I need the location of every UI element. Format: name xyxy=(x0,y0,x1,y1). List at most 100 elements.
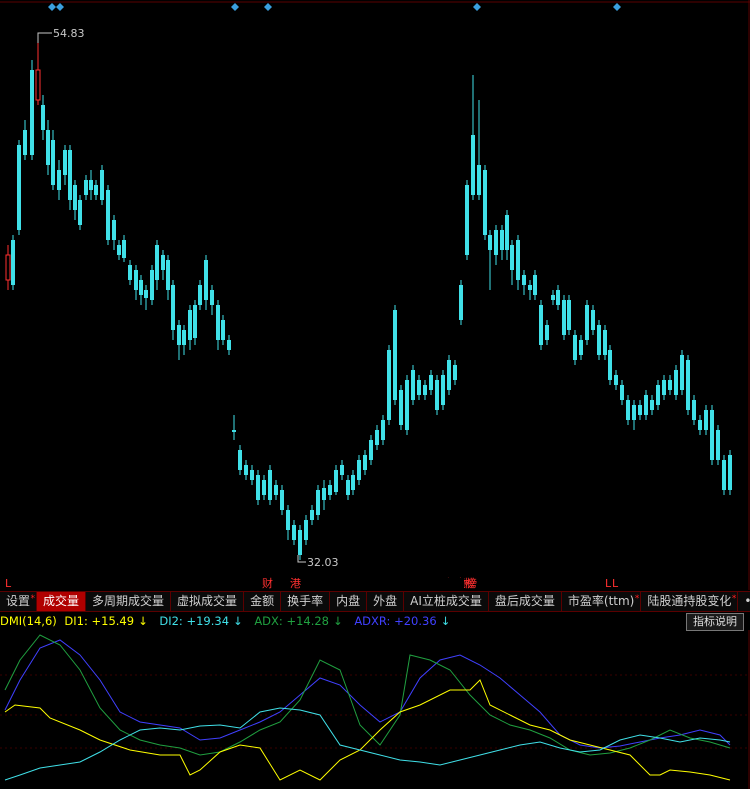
candle-body xyxy=(516,240,520,280)
candle-body xyxy=(155,245,159,280)
candle-body xyxy=(68,150,72,200)
candle-body xyxy=(84,180,88,195)
candle-body xyxy=(465,185,469,255)
candle-body xyxy=(188,310,192,340)
candle-body xyxy=(322,488,326,500)
di1-line xyxy=(4,679,731,781)
candle-body xyxy=(369,440,373,460)
down-arrow-icon: ↓ xyxy=(333,614,343,628)
candle-body xyxy=(471,135,475,195)
marker-bang: 榜 xyxy=(464,576,475,590)
diamond-marker-icon xyxy=(613,3,621,11)
tab-more[interactable]: ••• xyxy=(738,592,750,611)
candle-body xyxy=(304,520,308,540)
candle-body xyxy=(250,470,254,480)
candle-body xyxy=(150,270,154,300)
down-arrow-icon: ↓ xyxy=(138,614,148,628)
candle-body xyxy=(351,475,355,490)
candle-body xyxy=(710,410,714,460)
tab-volume[interactable]: 成交量 xyxy=(37,592,87,611)
di2-line xyxy=(4,707,731,781)
candle-body xyxy=(35,69,41,101)
di2-value: DI2: +19.34 ↓ xyxy=(159,614,243,628)
candle-body xyxy=(551,295,555,300)
tab-after-hours-volume[interactable]: 盘后成交量 xyxy=(489,592,562,611)
candle-body xyxy=(46,130,50,165)
tab-amount[interactable]: 金额 xyxy=(244,592,282,611)
candle-body xyxy=(204,260,208,300)
event-diamond-markers[interactable] xyxy=(48,3,621,11)
candle-body xyxy=(166,260,170,290)
marker-l-1[interactable]: L xyxy=(5,577,12,590)
marker-l-2[interactable]: L xyxy=(605,577,612,590)
candle-body xyxy=(539,305,543,345)
candle-body xyxy=(656,385,660,405)
candle-body xyxy=(262,480,266,495)
candle-body xyxy=(716,430,720,460)
candle-body xyxy=(340,465,344,475)
candle-body xyxy=(78,200,82,225)
candle-body xyxy=(668,380,672,390)
di1-value: DI1: +15.49 ↓ xyxy=(64,614,148,628)
candle-body xyxy=(556,290,560,305)
candle-body xyxy=(286,510,290,530)
candle-body xyxy=(41,105,45,130)
event-text-markers: L 财 港 龙虎榜 L L xyxy=(5,576,619,590)
down-arrow-icon: ↓ xyxy=(440,614,451,628)
adxr-value: ADXR: +20.36 ↓ xyxy=(354,614,451,628)
candle-body xyxy=(662,380,666,395)
candle-body xyxy=(182,330,186,345)
indicator-explain-button[interactable]: 指标说明 xyxy=(686,613,744,631)
candle-body xyxy=(674,370,678,395)
candle-body xyxy=(292,525,296,540)
candle-body xyxy=(89,180,93,190)
marker-cai[interactable]: 财 xyxy=(262,576,273,590)
candle-body xyxy=(51,140,55,185)
candle-body xyxy=(139,280,143,295)
candle-body xyxy=(597,325,601,355)
candle-body xyxy=(117,245,121,255)
candle-body xyxy=(692,400,696,420)
candle-body xyxy=(650,400,654,410)
candle-body xyxy=(614,375,618,385)
down-arrow-icon: ↓ xyxy=(233,614,243,628)
candle-body xyxy=(100,170,104,200)
candle-body xyxy=(585,305,589,340)
candle-body xyxy=(505,215,509,250)
tab-ai-volume[interactable]: AI立桩成交量 xyxy=(404,592,489,611)
candle-body xyxy=(620,385,624,400)
candle-body xyxy=(447,360,451,390)
tab-turnover[interactable]: 换手率 xyxy=(281,592,331,611)
tab-multi-period-volume[interactable]: 多周期成交量 xyxy=(86,592,172,611)
dmi-indicator-chart[interactable] xyxy=(0,630,750,789)
candle-body xyxy=(334,470,338,492)
candle-body xyxy=(533,275,537,295)
candle-body xyxy=(144,290,148,298)
tab-pe-ttm[interactable]: 市盈率(ttm) * xyxy=(562,592,642,611)
tab-outer-volume[interactable]: 外盘 xyxy=(367,592,405,611)
candle-body xyxy=(128,265,132,280)
candle-body xyxy=(477,165,481,195)
candle-body xyxy=(562,300,566,335)
candle-body xyxy=(274,485,278,495)
candle-body xyxy=(411,370,415,400)
candle-body xyxy=(522,275,526,285)
candle-body xyxy=(483,170,487,235)
candle-body xyxy=(106,190,110,240)
marker-l-3[interactable]: L xyxy=(612,577,619,590)
low-price-annotation: 32.03 xyxy=(297,555,339,569)
tab-virtual-volume[interactable]: 虚拟成交量 xyxy=(171,592,245,611)
tab-settings[interactable]: 设置 * xyxy=(0,592,38,611)
tab-northbound-holding[interactable]: 陆股通持股变化 * xyxy=(641,592,739,611)
candle-body xyxy=(488,235,492,250)
candle-body xyxy=(298,530,302,555)
candle-body xyxy=(232,430,236,432)
candle-body xyxy=(459,285,463,320)
candle-body xyxy=(573,335,577,360)
tab-inner-volume[interactable]: 内盘 xyxy=(330,592,368,611)
candle-body xyxy=(316,490,320,515)
candle-body xyxy=(73,185,77,210)
candle-body xyxy=(591,310,595,330)
marker-gang[interactable]: 港 xyxy=(290,577,301,590)
candlestick-chart[interactable]: 54.83 32.03 L 财 港 龙虎榜 L L 榜 xyxy=(0,0,750,590)
